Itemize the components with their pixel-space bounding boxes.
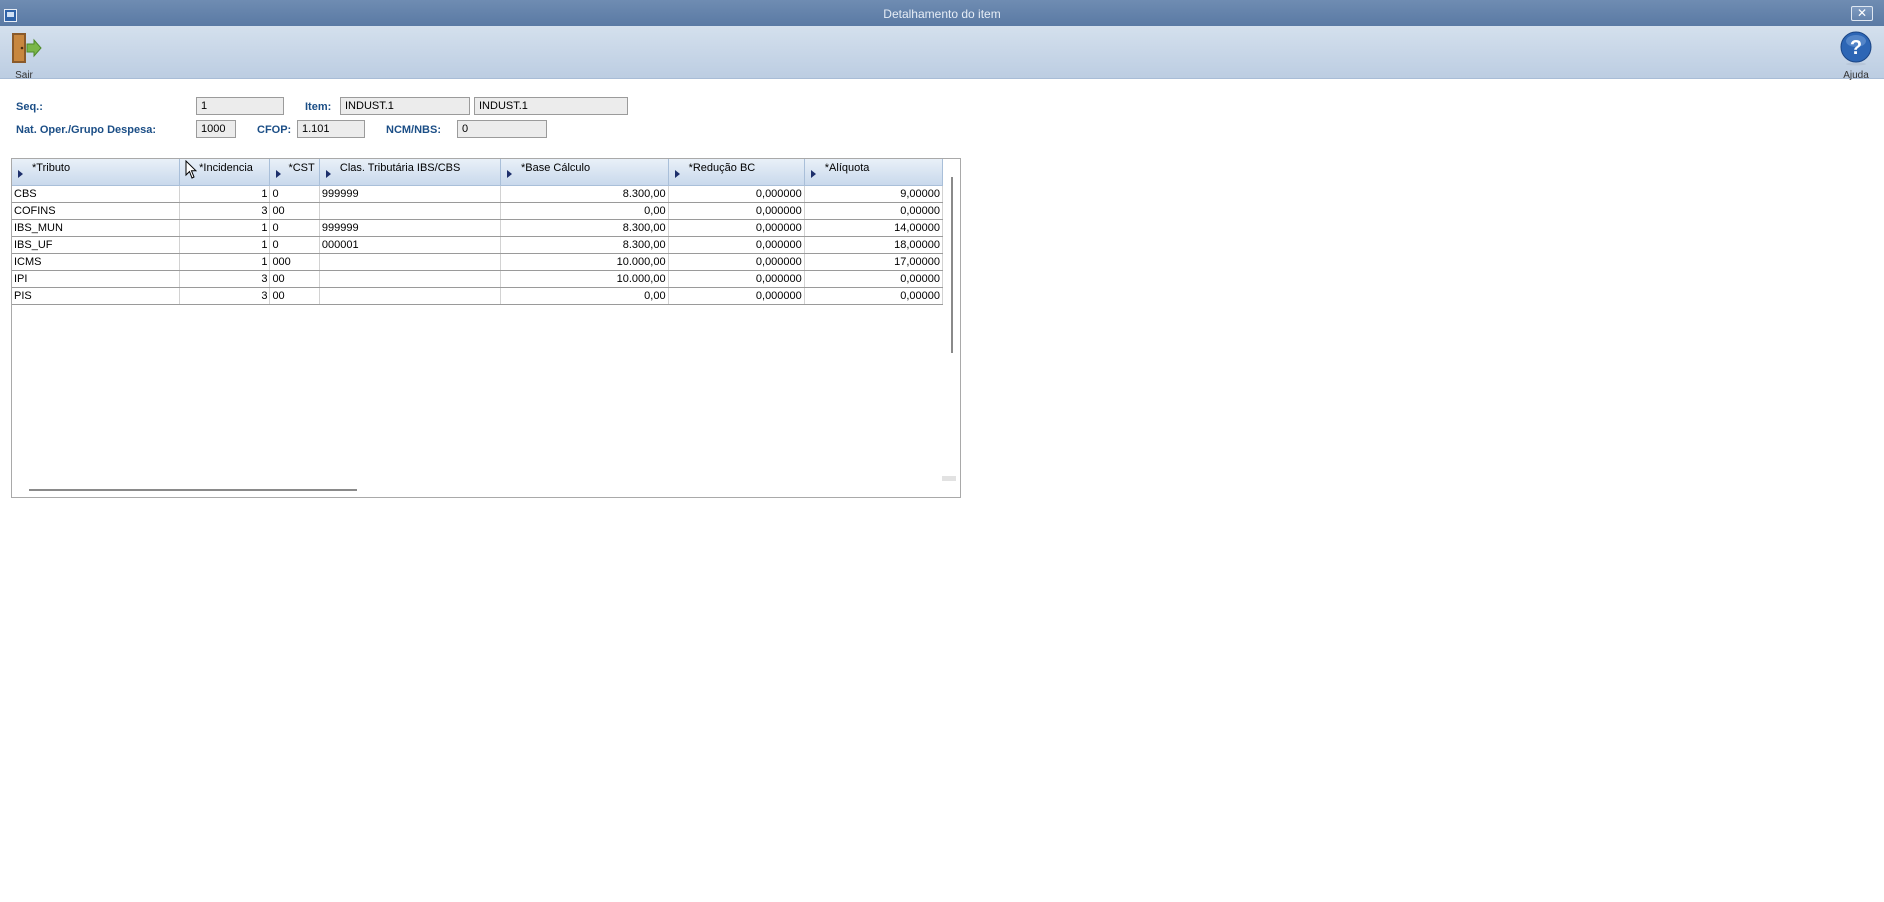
cell-tributo[interactable]: ICMS [12,253,181,271]
col-header-base-calculo[interactable]: *Base Cálculo [500,159,669,186]
col-header-clas-tributaria[interactable]: Clas. Tributária IBS/CBS [319,159,501,186]
seq-label: Seq.: [16,101,43,113]
cell-clas-tributaria[interactable] [319,287,501,305]
sort-arrow-icon [810,170,816,178]
cell-aliquota[interactable]: 0,00000 [804,202,943,220]
cell-incidencia[interactable]: 3 [179,202,271,220]
mouse-cursor-icon [185,160,197,179]
cell-incidencia[interactable]: 1 [179,185,271,203]
svg-text:?: ? [1850,37,1862,59]
table-row[interactable]: IBS_MUN 1 0 999999 8.300,00 0,000000 14,… [12,219,943,237]
cell-reducao-bc[interactable]: 0,000000 [668,202,805,220]
item-label: Item: [305,101,332,113]
help-label: Ajuda [1843,70,1869,81]
vertical-scrollbar[interactable] [951,177,953,353]
cell-aliquota[interactable]: 0,00000 [804,270,943,288]
table-row[interactable]: IPI 3 00 10.000,00 0,000000 0,00000 [12,270,943,288]
col-header-aliquota[interactable]: *Alíquota [804,159,943,186]
cell-reducao-bc[interactable]: 0,000000 [668,185,805,203]
cell-base-calculo[interactable]: 8.300,00 [500,219,669,237]
sort-arrow-icon [276,170,282,178]
table-row[interactable]: IBS_UF 1 0 000001 8.300,00 0,000000 18,0… [12,236,943,254]
exit-label: Sair [15,70,33,81]
cell-incidencia[interactable]: 3 [179,287,271,305]
cell-clas-tributaria[interactable]: 999999 [319,219,501,237]
cell-clas-tributaria[interactable]: 000001 [319,236,501,254]
cell-reducao-bc[interactable]: 0,000000 [668,270,805,288]
table-row[interactable]: PIS 3 00 0,00 0,000000 0,00000 [12,287,943,305]
cell-reducao-bc[interactable]: 0,000000 [668,236,805,254]
cell-incidencia[interactable]: 1 [179,219,271,237]
item-description-field[interactable]: INDUST.1 [474,97,628,115]
cell-cst[interactable]: 000 [269,253,320,271]
cell-aliquota[interactable]: 9,00000 [804,185,943,203]
col-header-reducao-bc[interactable]: *Redução BC [668,159,805,186]
col-header-cst[interactable]: *CST [269,159,320,186]
tax-grid-viewport: *Tributo *Incidencia *CST Clas. Tributár… [12,159,943,489]
cell-cst[interactable]: 00 [269,202,320,220]
exit-door-icon [12,33,42,63]
nat-oper-field[interactable]: 1000 [196,120,236,138]
cell-clas-tributaria[interactable]: 999999 [319,185,501,203]
cell-reducao-bc[interactable]: 0,000000 [668,219,805,237]
scrollbar-corner [942,476,956,481]
cell-base-calculo[interactable]: 0,00 [500,202,669,220]
cell-clas-tributaria[interactable] [319,253,501,271]
sort-arrow-icon [506,170,512,178]
window-title: Detalhamento do item [883,7,1001,21]
close-icon: ✕ [1856,6,1868,20]
cell-incidencia[interactable]: 3 [179,270,271,288]
help-button[interactable]: ? Ajuda [1836,30,1876,81]
table-row[interactable]: COFINS 3 00 0,00 0,000000 0,00000 [12,202,943,220]
help-icon: ? [1840,31,1872,66]
tax-table: *Tributo *Incidencia *CST Clas. Tributár… [12,159,943,305]
cell-incidencia[interactable]: 1 [179,236,271,254]
col-header-tributo[interactable]: *Tributo [12,159,181,186]
cell-aliquota[interactable]: 0,00000 [804,287,943,305]
cell-tributo[interactable]: IBS_UF [12,236,181,254]
cell-cst[interactable]: 00 [269,287,320,305]
table-row[interactable]: CBS 1 0 999999 8.300,00 0,000000 9,00000 [12,185,943,203]
cfop-field[interactable]: 1.101 [297,120,365,138]
cfop-label: CFOP: [257,124,292,136]
cell-reducao-bc[interactable]: 0,000000 [668,253,805,271]
close-button[interactable]: ✕ [1851,6,1873,21]
cell-aliquota[interactable]: 18,00000 [804,236,943,254]
ncm-field[interactable]: 0 [457,120,547,138]
table-row[interactable]: ICMS 1 000 10.000,00 0,000000 17,00000 [12,253,943,271]
title-bar: Detalhamento do item ✕ [0,0,1884,26]
toolbar: Sair ? Ajuda [0,26,1884,81]
cell-tributo[interactable]: IPI [12,270,181,288]
cell-base-calculo[interactable]: 8.300,00 [500,236,669,254]
sort-arrow-icon [325,170,331,178]
nat-oper-label: Nat. Oper./Grupo Despesa: [16,124,156,136]
cell-cst[interactable]: 00 [269,270,320,288]
grid-header-row: *Tributo *Incidencia *CST Clas. Tributár… [12,159,943,186]
cell-clas-tributaria[interactable] [319,270,501,288]
cell-incidencia[interactable]: 1 [179,253,271,271]
sort-arrow-icon [674,170,680,178]
cell-cst[interactable]: 0 [269,236,320,254]
cell-base-calculo[interactable]: 0,00 [500,287,669,305]
cell-aliquota[interactable]: 17,00000 [804,253,943,271]
seq-field[interactable]: 1 [196,97,284,115]
cell-tributo[interactable]: PIS [12,287,181,305]
item-code-field[interactable]: INDUST.1 [340,97,470,115]
cell-tributo[interactable]: IBS_MUN [12,219,181,237]
cell-base-calculo[interactable]: 10.000,00 [500,253,669,271]
ncm-label: NCM/NBS: [386,124,441,136]
tax-grid: *Tributo *Incidencia *CST Clas. Tributár… [11,158,961,498]
cell-base-calculo[interactable]: 8.300,00 [500,185,669,203]
cell-reducao-bc[interactable]: 0,000000 [668,287,805,305]
cell-cst[interactable]: 0 [269,219,320,237]
horizontal-scrollbar[interactable] [29,489,357,491]
cell-tributo[interactable]: CBS [12,185,181,203]
cell-aliquota[interactable]: 14,00000 [804,219,943,237]
cell-cst[interactable]: 0 [269,185,320,203]
sort-arrow-icon [18,170,23,178]
cell-clas-tributaria[interactable] [319,202,501,220]
cell-base-calculo[interactable]: 10.000,00 [500,270,669,288]
cell-tributo[interactable]: COFINS [12,202,181,220]
exit-button[interactable]: Sair [4,30,44,81]
